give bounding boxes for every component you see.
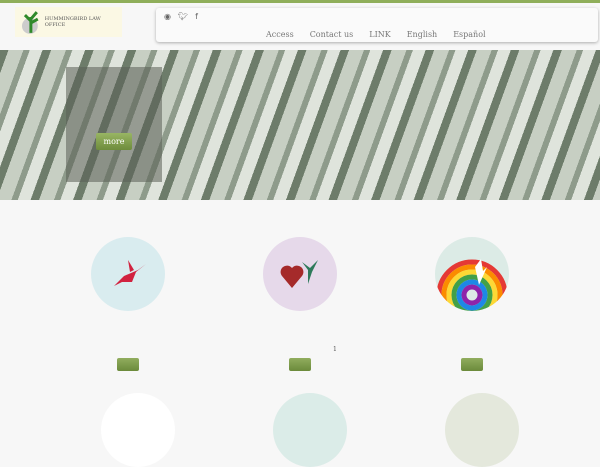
heart-hummingbird-icon — [280, 260, 318, 288]
more-button[interactable]: more — [96, 133, 132, 150]
menu-english[interactable]: English — [407, 30, 438, 39]
page-number: 1 — [333, 346, 337, 353]
feature-hummingbird[interactable] — [91, 237, 165, 311]
hero-slider: more — [0, 50, 600, 200]
hero-caption-panel — [66, 67, 162, 182]
menu-espanol[interactable]: Español — [453, 30, 485, 39]
site-logo[interactable]: HUMMINGBIRD LAW OFFICE — [15, 7, 122, 37]
feature-button-1[interactable] — [117, 358, 139, 371]
feature-button-2[interactable] — [289, 358, 311, 371]
feature-circle-bottom-3 — [445, 393, 519, 467]
menu-access[interactable]: Access — [266, 30, 294, 39]
menu-link[interactable]: LINK — [369, 30, 390, 39]
logo-text: HUMMINGBIRD LAW OFFICE — [44, 16, 101, 28]
feature-button-3[interactable] — [461, 358, 483, 371]
hummingbird-icon — [114, 260, 146, 286]
rss-icon[interactable]: ◉ — [164, 12, 171, 21]
menu-contact[interactable]: Contact us — [310, 30, 354, 39]
facebook-icon[interactable]: f — [195, 12, 198, 21]
feature-rainbow[interactable] — [435, 237, 509, 311]
top-accent-bar — [0, 0, 600, 3]
header-nav: ◉ 🐦︎ f Access Contact us LINK English Es… — [156, 8, 598, 42]
twitter-icon[interactable]: 🐦︎ — [178, 12, 188, 21]
feature-circle-bottom-1 — [101, 393, 175, 467]
feature-circle-bottom-2 — [273, 393, 347, 467]
tree-logo-icon — [21, 11, 39, 34]
rainbow-icon — [436, 259, 508, 311]
feature-heart-bird[interactable] — [263, 237, 337, 311]
